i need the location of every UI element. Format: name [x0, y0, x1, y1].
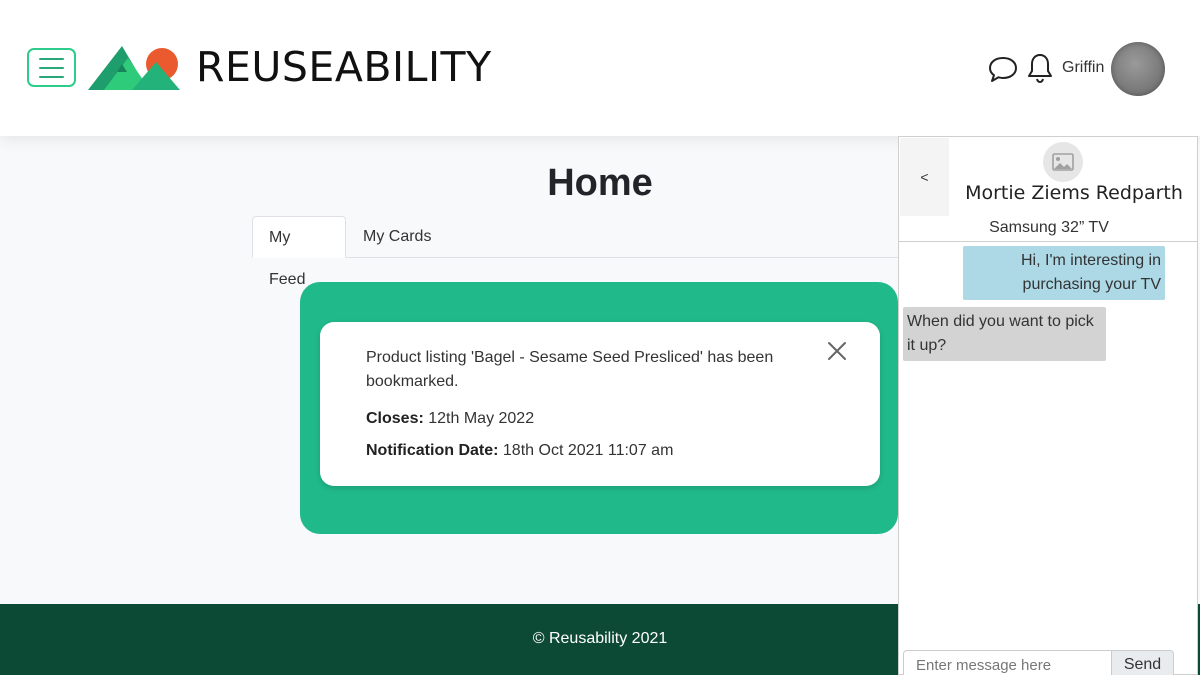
chat-contact-name: Mortie Ziems Redparth: [965, 182, 1183, 204]
chat-back-button[interactable]: <: [900, 138, 949, 216]
top-navbar: REUSEABILITY Griffin: [0, 0, 1200, 136]
mountains-logo-icon: [88, 46, 180, 90]
closes-value: 12th May 2022: [428, 410, 535, 427]
closes-line: Closes: 12th May 2022: [366, 410, 534, 428]
notification-message: Product listing 'Bagel - Sesame Seed Pre…: [366, 349, 774, 390]
chat-message-incoming: When did you want to pick it up?: [903, 307, 1106, 361]
chat-divider: [899, 241, 1197, 242]
image-placeholder-icon: [1043, 142, 1083, 182]
send-button[interactable]: Send: [1111, 650, 1174, 675]
hamburger-menu-button[interactable]: [27, 48, 76, 87]
username[interactable]: Griffin: [1062, 59, 1104, 77]
speech-bubble-icon[interactable]: [988, 52, 1018, 84]
tab-my-cards[interactable]: My Cards: [347, 216, 447, 258]
chat-panel: < Mortie Ziems Redparth Samsung 32” TV H…: [898, 136, 1198, 675]
closes-label: Closes:: [366, 410, 424, 427]
tab-my-feed[interactable]: My Feed: [252, 216, 346, 288]
brand-name[interactable]: REUSEABILITY: [196, 42, 492, 92]
close-icon[interactable]: [826, 340, 848, 362]
notification-card: Product listing 'Bagel - Sesame Seed Pre…: [320, 322, 880, 486]
notification-date-label: Notification Date:: [366, 442, 499, 459]
notification-date-line: Notification Date: 18th Oct 2021 11:07 a…: [366, 442, 673, 460]
notification-date-value: 18th Oct 2021 11:07 am: [502, 442, 674, 459]
bell-icon[interactable]: [1025, 52, 1055, 84]
avatar[interactable]: [1111, 42, 1165, 96]
chat-product-name[interactable]: Samsung 32” TV: [899, 219, 1199, 237]
hamburger-menu-icon: [39, 57, 64, 60]
page-title: Home: [547, 162, 653, 204]
message-input[interactable]: [903, 650, 1113, 675]
feed-tabs: My Feed My Cards: [252, 216, 898, 288]
chat-message-outgoing: Hi, I'm interesting in purchasing your T…: [963, 246, 1165, 300]
